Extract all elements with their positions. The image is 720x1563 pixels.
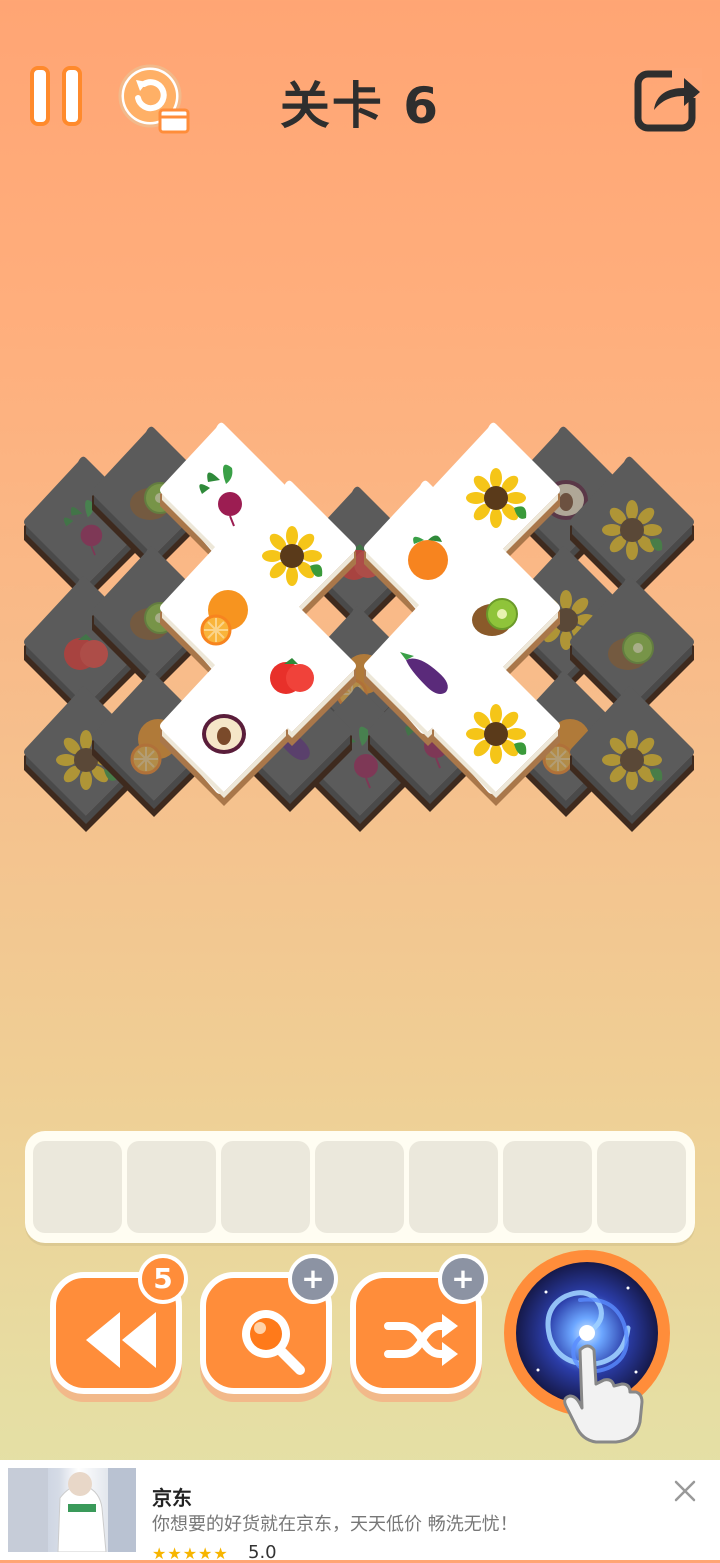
hint-add-badge[interactable]: + <box>288 1254 338 1304</box>
share-button[interactable] <box>632 66 704 132</box>
ad-thumbnail[interactable] <box>8 1468 136 1552</box>
tray-slot <box>315 1141 404 1233</box>
share-icon <box>634 68 702 132</box>
tray-slot <box>409 1141 498 1233</box>
undo-tool[interactable]: 5 <box>50 1254 188 1402</box>
ad-rating-stars: ★★★★★ <box>152 1544 229 1563</box>
tray-slot <box>127 1141 216 1233</box>
shuffle-add-badge[interactable]: + <box>438 1254 488 1304</box>
covered-tile-layer <box>24 426 694 832</box>
top-bar: 关卡 6 <box>0 0 720 180</box>
shuffle-icon <box>384 1314 458 1366</box>
close-icon[interactable] <box>672 1478 698 1504</box>
hint-tool[interactable]: + <box>200 1254 338 1402</box>
tap-hint-hand-icon <box>563 1344 644 1444</box>
tray-slot <box>503 1141 592 1233</box>
tray-slot <box>33 1141 122 1233</box>
game-board <box>24 422 694 832</box>
ad-title: 京东 <box>152 1486 192 1510</box>
tray-slot <box>597 1141 686 1233</box>
level-title: 关卡 6 <box>279 77 441 135</box>
tile-tray <box>25 1131 695 1243</box>
tray-slot <box>221 1141 310 1233</box>
shuffle-tool[interactable]: + <box>350 1254 488 1402</box>
ad-description: 你想要的好货就在京东，天天低价 畅洗无忧！ <box>152 1514 518 1535</box>
rewind-icon <box>86 1312 156 1368</box>
ad-banner[interactable]: 京东 你想要的好货就在京东，天天低价 畅洗无忧！ ★★★★★ 5.0 <box>0 1460 720 1563</box>
undo-count-badge: 5 <box>138 1254 188 1304</box>
magnifier-icon <box>242 1310 305 1375</box>
